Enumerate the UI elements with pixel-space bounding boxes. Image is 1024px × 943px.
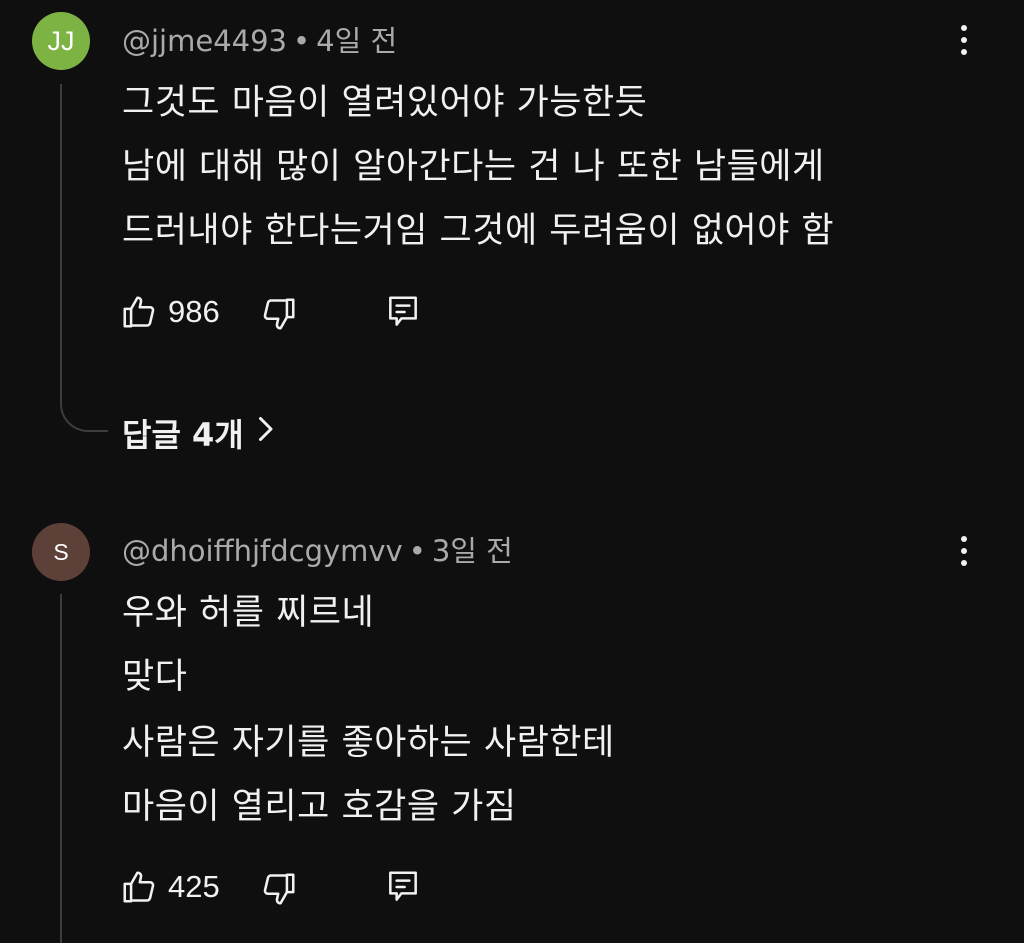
comment-time: 4일 전 <box>316 24 398 58</box>
like-button[interactable]: 425 <box>120 868 220 906</box>
thread-line <box>60 594 62 943</box>
avatar-initials: S <box>53 538 69 565</box>
comment-meta: @jjme4493 • 4일 전 <box>122 18 397 60</box>
comment-meta: @dhoiffhjfdcgymvv • 3일 전 <box>122 528 513 570</box>
comment-text-line: 사람은 자기를 좋아하는 사람한테 <box>122 723 615 763</box>
author-handle[interactable]: @dhoiffhjfdcgymvv <box>122 534 403 568</box>
comment-time: 3일 전 <box>431 534 513 568</box>
reply-button[interactable] <box>384 293 422 331</box>
chevron-right-icon <box>256 414 274 452</box>
replies-label: 답글 4개 <box>122 416 244 454</box>
avatar[interactable]: JJ <box>32 12 90 70</box>
like-button[interactable]: 986 <box>120 293 220 331</box>
thumbs-up-icon <box>120 293 158 331</box>
dislike-button[interactable] <box>260 295 298 333</box>
meta-separator: • <box>408 534 426 568</box>
replies-toggle[interactable]: 답글 4개 <box>122 410 274 456</box>
like-count: 425 <box>168 869 220 904</box>
comment-text-line: 그것도 마음이 열려있어야 가능한듯 <box>122 83 648 123</box>
comment-text-line: 드러내야 한다는거임 그것에 두려움이 없어야 함 <box>122 211 835 251</box>
comment-text-line: 남에 대해 많이 알아간다는 건 나 또한 남들에게 <box>122 147 825 187</box>
avatar-initials: JJ <box>47 25 75 56</box>
comment-text-line: 우와 허를 찌르네 <box>122 593 375 633</box>
avatar[interactable]: S <box>32 523 90 581</box>
author-handle[interactable]: @jjme4493 <box>122 24 287 58</box>
dislike-button[interactable] <box>260 870 298 908</box>
thumbs-down-icon <box>260 295 298 333</box>
reply-icon <box>384 868 422 906</box>
reply-icon <box>384 293 422 331</box>
comment-text-line: 마음이 열리고 호감을 가짐 <box>122 787 517 827</box>
meta-separator: • <box>293 24 311 58</box>
reply-button[interactable] <box>384 868 422 906</box>
thread-line <box>60 84 62 396</box>
thumbs-up-icon <box>120 868 158 906</box>
more-vertical-icon[interactable] <box>952 20 976 60</box>
thumbs-down-icon <box>260 870 298 908</box>
more-vertical-icon[interactable] <box>952 531 976 571</box>
comment-text-line: 맞다 <box>122 657 188 697</box>
thread-curve <box>60 396 108 432</box>
like-count: 986 <box>168 294 220 329</box>
